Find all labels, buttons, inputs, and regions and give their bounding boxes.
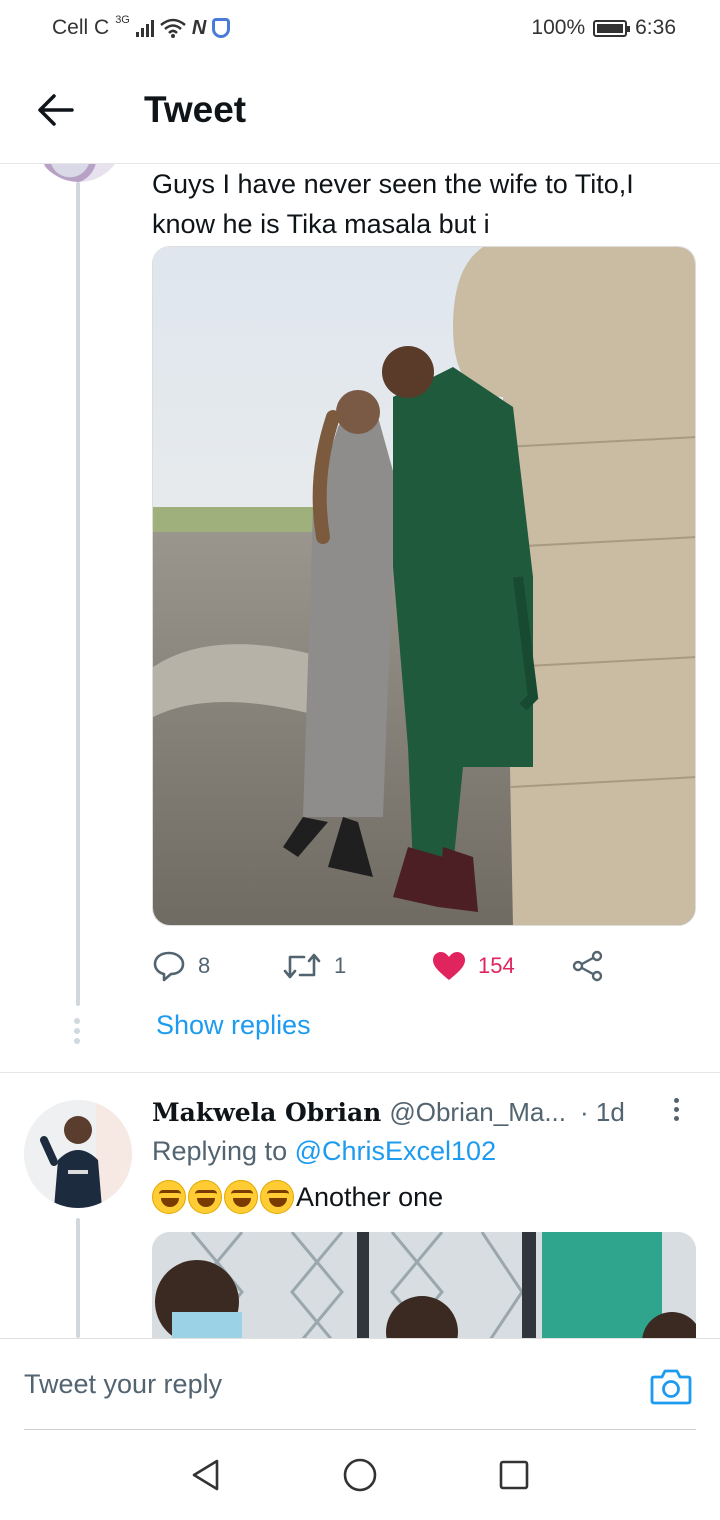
shield-icon bbox=[212, 18, 231, 38]
back-button[interactable] bbox=[0, 56, 110, 163]
clock: 6:36 bbox=[635, 16, 676, 39]
recents-square-icon[interactable] bbox=[498, 1459, 530, 1491]
tweet-text-line: know he is Tika masala but i bbox=[152, 209, 490, 239]
tweet-header: Makwela Obrian @Obrian_Ma... · 1d bbox=[152, 1094, 697, 1130]
retweet-button[interactable]: 1 bbox=[282, 951, 432, 981]
replying-prefix: Replying to bbox=[152, 1136, 288, 1166]
tweet-actions: 8 1 154 bbox=[152, 944, 622, 988]
replying-handle-link[interactable]: @ChrisExcel102 bbox=[295, 1136, 497, 1166]
divider bbox=[0, 1072, 720, 1073]
like-button[interactable]: 154 bbox=[432, 951, 572, 981]
tweet-text: Guys I have never seen the wife to Tito,… bbox=[152, 164, 697, 244]
photo-image bbox=[153, 247, 695, 925]
reply-icon bbox=[153, 951, 185, 982]
share-icon bbox=[572, 950, 603, 982]
reply-button[interactable]: 8 bbox=[152, 950, 282, 982]
battery-percent: 100% bbox=[531, 16, 586, 39]
tweet-text-line: Guys I have never seen the wife to Tito,… bbox=[152, 169, 634, 199]
signal-icon bbox=[135, 19, 154, 37]
thread-line bbox=[76, 1218, 80, 1338]
system-nav-bar bbox=[0, 1430, 720, 1520]
status-right: 100% 6:36 bbox=[531, 16, 676, 40]
show-replies-link[interactable]: Show replies bbox=[156, 1010, 311, 1041]
camera-button[interactable] bbox=[650, 1367, 692, 1405]
retweet-icon bbox=[283, 953, 321, 979]
share-button[interactable] bbox=[572, 950, 604, 982]
tweet-photo[interactable] bbox=[152, 246, 696, 926]
status-bar: Cell C 3G N 100% 6:36 bbox=[0, 0, 720, 56]
heart-filled-icon bbox=[433, 952, 465, 980]
carrier-label: Cell C bbox=[52, 16, 110, 39]
like-count: 154 bbox=[478, 953, 515, 978]
arrow-left-icon bbox=[38, 93, 74, 126]
rofl-emoji bbox=[224, 1180, 258, 1214]
tweet-text: Another one bbox=[152, 1180, 443, 1214]
display-name[interactable]: Makwela Obrian bbox=[152, 1098, 381, 1127]
wifi-icon bbox=[160, 18, 186, 38]
rofl-emoji bbox=[188, 1180, 222, 1214]
thread-line bbox=[76, 182, 80, 1006]
app-header: Tweet bbox=[0, 56, 720, 164]
more-options-icon[interactable] bbox=[674, 1098, 679, 1121]
reply-count: 8 bbox=[198, 953, 211, 978]
avatar[interactable] bbox=[24, 1100, 132, 1208]
reply-composer: Tweet your reply bbox=[0, 1338, 720, 1431]
page-title: Tweet bbox=[144, 88, 247, 130]
reply-input[interactable]: Tweet your reply bbox=[24, 1369, 222, 1400]
status-left: Cell C 3G N bbox=[52, 14, 231, 40]
thread-dots bbox=[74, 1018, 80, 1044]
n-badge-icon: N bbox=[191, 16, 207, 39]
avatar-image bbox=[24, 1100, 132, 1208]
camera-icon bbox=[650, 1369, 692, 1405]
tweet-time: · 1d bbox=[580, 1096, 625, 1127]
home-circle-icon[interactable] bbox=[342, 1457, 378, 1493]
battery-icon bbox=[593, 19, 631, 37]
retweet-count: 1 bbox=[334, 953, 347, 978]
network-type-label: 3G bbox=[115, 14, 130, 26]
user-handle[interactable]: @Obrian_Ma... bbox=[389, 1097, 566, 1128]
joy-emoji bbox=[260, 1180, 294, 1214]
tweet-text-body: Another one bbox=[296, 1181, 444, 1212]
replying-to: Replying to @ChrisExcel102 bbox=[152, 1136, 496, 1167]
back-triangle-icon[interactable] bbox=[190, 1458, 222, 1492]
rofl-emoji bbox=[152, 1180, 186, 1214]
